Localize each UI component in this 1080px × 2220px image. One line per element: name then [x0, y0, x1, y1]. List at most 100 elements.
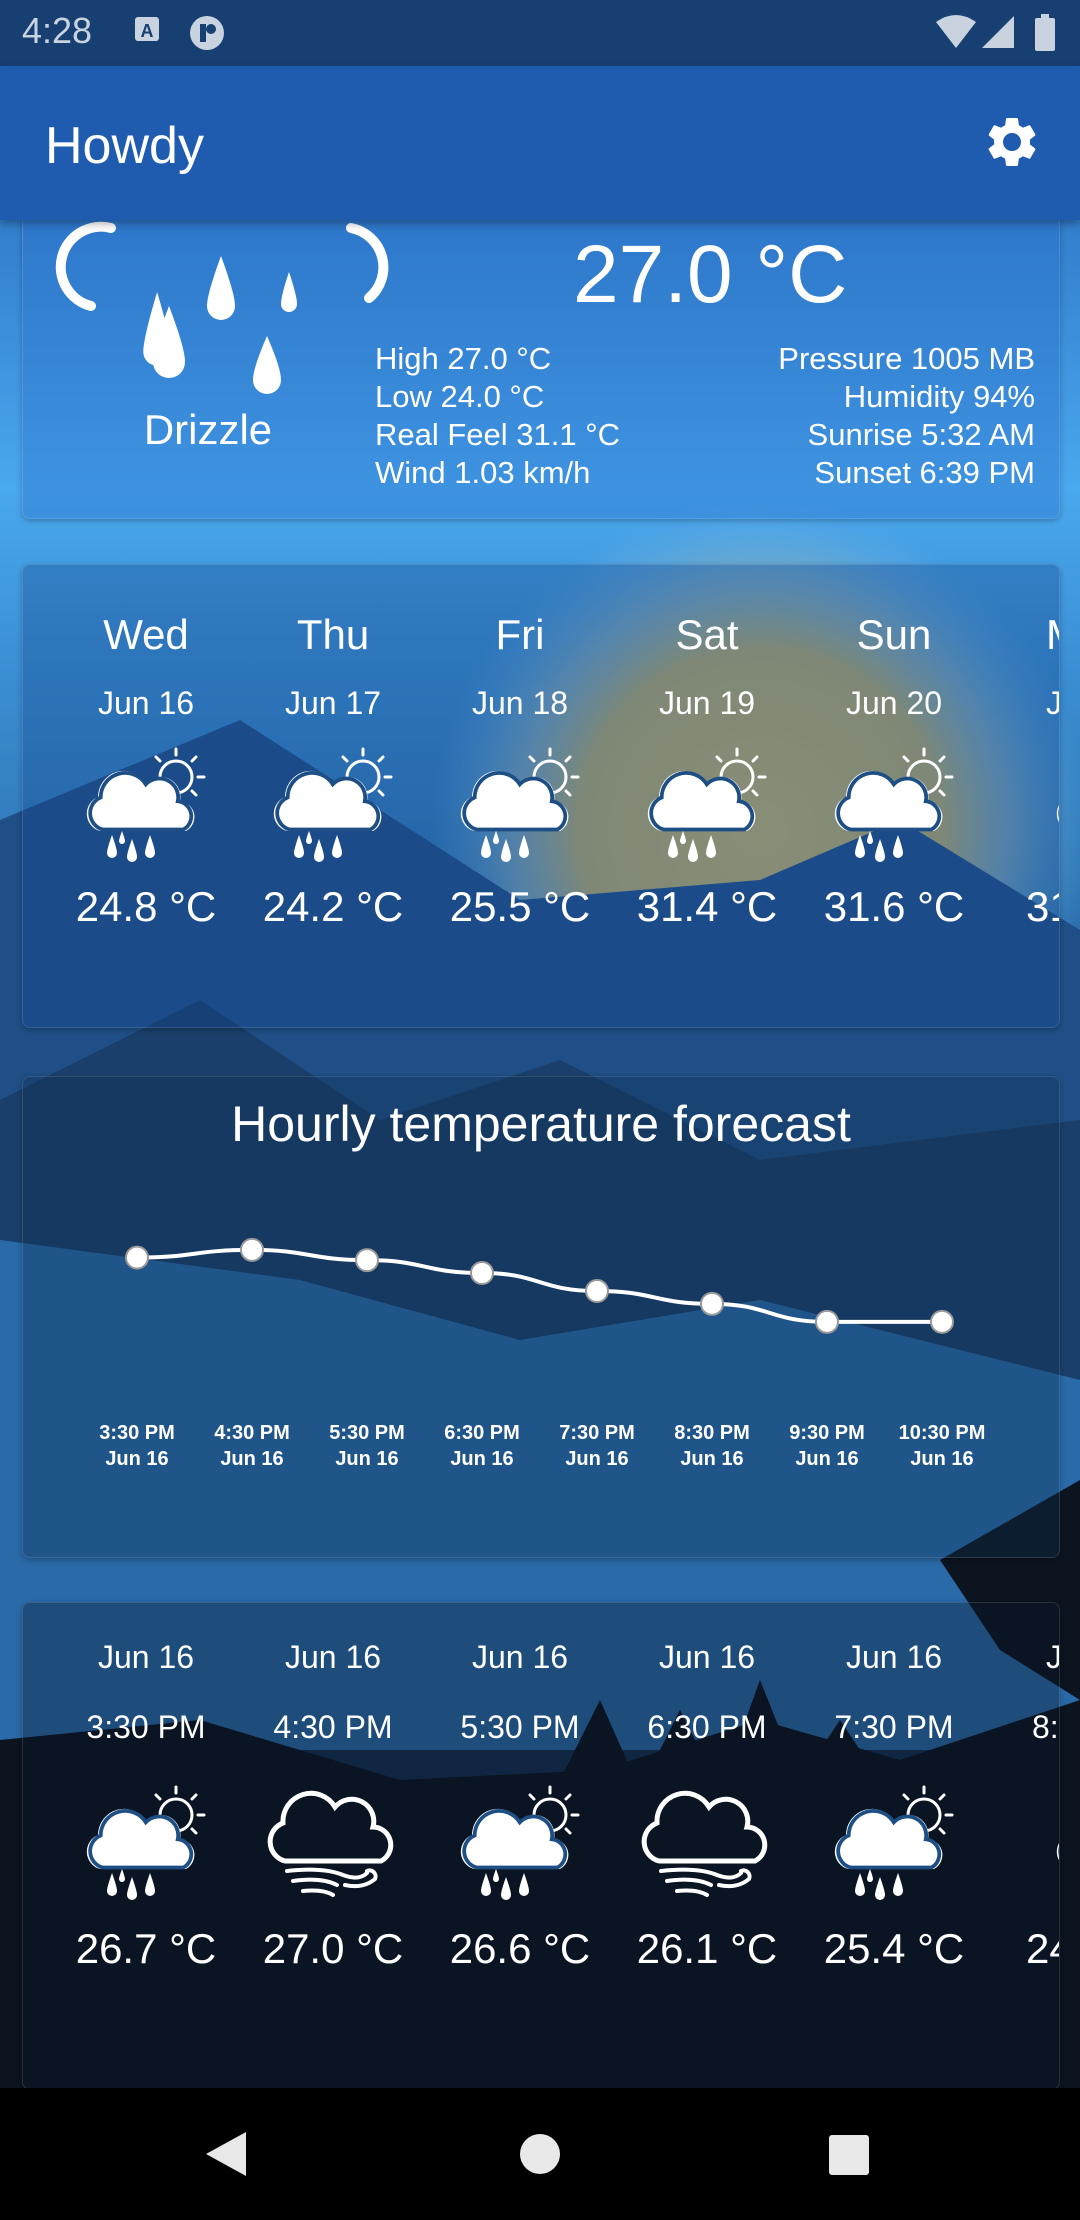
- svg-text:A: A: [141, 21, 154, 41]
- sun-rain-icon: [450, 1777, 590, 1907]
- hour-date: Jun 16: [284, 1639, 382, 1675]
- x-tick-sublabel: Jun 16: [105, 1448, 168, 1470]
- day-name: Sat: [675, 611, 739, 658]
- x-tick-label: 4:30 PM: [214, 1422, 290, 1444]
- x-tick-sublabel: Jun 16: [565, 1448, 628, 1470]
- data-point: [125, 1245, 149, 1270]
- day-temperature: 24.8 °C: [75, 883, 217, 930]
- wind-speed: Wind 1.03 km/h: [375, 455, 591, 490]
- day-date: Jun 16: [97, 685, 195, 721]
- hourly-forecast-card[interactable]: Jun 16 3:30 PM 26.7 °C Jun 16 4:30 PM 27…: [22, 1602, 1060, 2090]
- hour-time: 5:30 PM: [460, 1709, 580, 1745]
- data-point: [930, 1309, 954, 1334]
- sun-rain-icon: [1046, 1777, 1060, 1907]
- x-tick-label: 5:30 PM: [329, 1422, 405, 1444]
- signal-icon: [982, 16, 1014, 48]
- hourly-item[interactable]: Jun 16 6:30 PM 26.1 °C: [614, 1639, 800, 1973]
- day-name: M: [988, 611, 1059, 671]
- sun-rain-icon: [824, 739, 964, 869]
- x-tick-sublabel: Jun 16: [220, 1448, 283, 1470]
- day-temperature: 31.4 °C: [636, 883, 778, 930]
- hour-time: 7:30 PM: [834, 1709, 954, 1745]
- daily-item-partial[interactable]: M J 31: [988, 611, 1060, 931]
- data-point: [470, 1261, 494, 1285]
- home-icon[interactable]: [518, 2132, 562, 2176]
- low-temp: Low 24.0 °C: [375, 379, 545, 414]
- hourly-item-partial[interactable]: J 8: 24: [988, 1639, 1060, 1973]
- day-name: Thu: [296, 611, 370, 658]
- day-temperature: 25.5 °C: [449, 883, 591, 930]
- x-tick-sublabel: Jun 16: [795, 1448, 858, 1470]
- data-point: [700, 1291, 724, 1316]
- daily-item[interactable]: Thu Jun 17 24.2 °C: [240, 611, 426, 931]
- hour-date: Jun 16: [97, 1639, 195, 1675]
- day-temperature: 24.2 °C: [262, 883, 404, 930]
- hour-temperature: 25.4 °C: [823, 1925, 965, 1972]
- hourly-chart-card: Hourly temperature forecast 3:30 PM Jun 1…: [22, 1076, 1060, 1558]
- data-point: [585, 1279, 609, 1303]
- daily-item[interactable]: Wed Jun 16 24.8 °C: [53, 611, 239, 931]
- sun-rain-icon: [263, 739, 403, 869]
- x-tick-sublabel: Jun 16: [335, 1448, 398, 1470]
- battery-icon: [1035, 14, 1055, 51]
- sun-rain-icon: [76, 1777, 216, 1907]
- daily-forecast-card[interactable]: Wed Jun 16 24.8 °C Thu Jun 17 24.2 °C Fr…: [22, 564, 1060, 1028]
- x-tick-label: 10:30 PM: [899, 1422, 986, 1444]
- x-tick-sublabel: Jun 16: [450, 1448, 513, 1470]
- sun-rain-icon: [76, 739, 216, 869]
- hour-time: 8:: [1032, 1709, 1059, 1745]
- sunrise: Sunrise 5:32 AM: [807, 417, 1035, 452]
- current-condition: Drizzle: [143, 406, 273, 453]
- hour-date: J: [988, 1639, 1059, 1683]
- app-title: Howdy: [45, 117, 204, 175]
- windy-cloud-icon: [637, 1777, 777, 1907]
- current-details-left: High 27.0 °C Low 24.0 °C Real Feel 31.1 …: [375, 340, 620, 492]
- x-tick-sublabel: Jun 16: [910, 1448, 973, 1470]
- app-bar: Howdy: [0, 66, 1080, 220]
- hourly-item[interactable]: Jun 16 5:30 PM 26.6 °C: [427, 1639, 613, 1973]
- sun-rain-icon: [824, 1777, 964, 1907]
- status-bar: 4:28 A: [0, 0, 1080, 66]
- current-temperature: 27.0 °C: [573, 229, 848, 320]
- hour-time: 6:30 PM: [647, 1709, 767, 1745]
- recents-icon[interactable]: [828, 2134, 870, 2176]
- sun-rain-icon: [637, 739, 777, 869]
- sunset: Sunset 6:39 PM: [814, 455, 1035, 490]
- series-line: [136, 1247, 942, 1324]
- notification-app-icon: [190, 16, 224, 50]
- day-date: Jun 20: [845, 685, 943, 721]
- gear-icon[interactable]: [982, 112, 1042, 172]
- humidity: Humidity 94%: [843, 379, 1035, 414]
- day-temperature: 31.6 °C: [823, 883, 965, 930]
- x-tick-label: 8:30 PM: [674, 1422, 750, 1444]
- hour-date: Jun 16: [845, 1639, 943, 1675]
- day-date: Jun 17: [284, 685, 382, 721]
- x-tick-label: 9:30 PM: [789, 1422, 865, 1444]
- daily-item[interactable]: Sun Jun 20 31.6 °C: [801, 611, 987, 931]
- hourly-temperature-chart: 3:30 PM Jun 16 4:30 PM Jun 16 5:30 PM Jun 16 6…: [99, 1237, 986, 1470]
- wifi-icon: [936, 15, 976, 48]
- x-tick-label: 7:30 PM: [559, 1422, 635, 1444]
- hourly-item[interactable]: Jun 16 3:30 PM 26.7 °C: [53, 1639, 239, 1973]
- daily-item[interactable]: Sat Jun 19 31.4 °C: [614, 611, 800, 931]
- pressure: Pressure 1005 MB: [778, 341, 1035, 376]
- sun-rain-icon: [450, 739, 590, 869]
- day-date: J: [988, 685, 1059, 729]
- hour-date: Jun 16: [471, 1639, 569, 1675]
- hour-date: Jun 16: [658, 1639, 756, 1675]
- hour-temperature: 26.6 °C: [449, 1925, 591, 1972]
- data-point: [355, 1248, 379, 1273]
- hour-temperature: 26.7 °C: [75, 1925, 217, 1972]
- hourly-item[interactable]: Jun 16 7:30 PM 25.4 °C: [801, 1639, 987, 1973]
- sun-rain-icon: [1046, 739, 1060, 869]
- drizzle-icon: [55, 221, 389, 394]
- back-icon[interactable]: [200, 2128, 250, 2180]
- navigation-bar: [0, 2088, 1080, 2220]
- hourly-item[interactable]: Jun 16 4:30 PM 27.0 °C: [240, 1639, 426, 1973]
- day-temperature: 31: [1026, 883, 1059, 930]
- real-feel: Real Feel 31.1 °C: [375, 417, 621, 452]
- day-date: Jun 18: [471, 685, 569, 721]
- daily-item[interactable]: Fri Jun 18 25.5 °C: [427, 611, 613, 931]
- hour-temperature: 24: [1026, 1925, 1059, 1972]
- hour-time: 3:30 PM: [86, 1709, 206, 1745]
